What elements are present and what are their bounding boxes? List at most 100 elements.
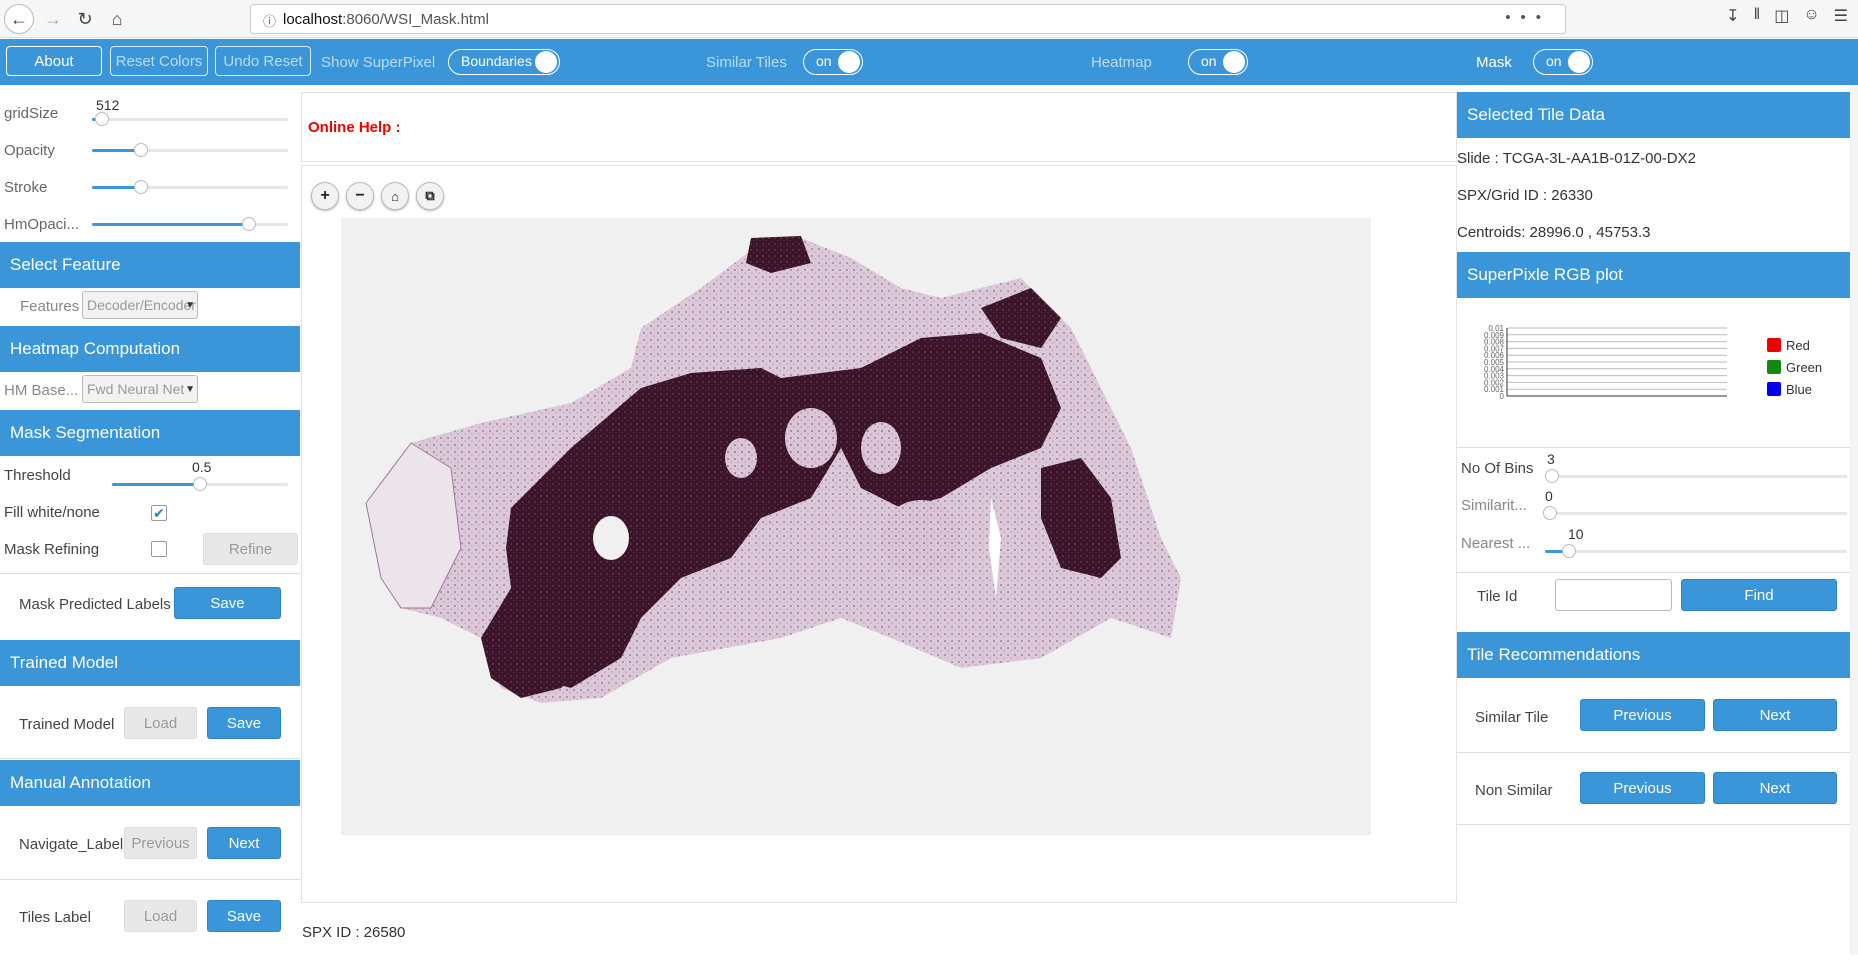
mask-toggle[interactable]: on [1533, 49, 1593, 75]
zoom-out-icon[interactable]: − [346, 182, 374, 210]
find-button[interactable]: Find [1681, 579, 1837, 611]
fill-white-checkbox[interactable]: ✔ [151, 505, 167, 521]
threshold-label: Threshold [4, 467, 71, 484]
similar-next-button[interactable]: Next [1713, 699, 1837, 731]
tiles-save-button[interactable]: Save [207, 900, 281, 932]
account-icon[interactable]: ☺ [1803, 6, 1819, 26]
slider-thumb[interactable] [1562, 544, 1577, 558]
hm-base-select-value: Fwd Neural Net [87, 381, 185, 397]
back-arrow-icon[interactable]: ← [4, 4, 34, 34]
reset-colors-button[interactable]: Reset Colors [110, 46, 208, 76]
whole-slide-image[interactable] [341, 218, 1371, 835]
hm-base-select[interactable]: Fwd Neural Net ▼ [82, 375, 198, 403]
nearest-slider[interactable] [1545, 544, 1847, 558]
slider-thumb[interactable] [241, 217, 256, 231]
about-button[interactable]: About [6, 46, 102, 76]
tile-recommendations-header: Tile Recommendations [1457, 632, 1858, 678]
similarity-slider[interactable] [1543, 506, 1847, 520]
tiles-load-button[interactable]: Load [124, 900, 197, 932]
similar-tiles-toggle[interactable]: on [803, 49, 863, 75]
page-actions-icon[interactable]: ••• [1505, 9, 1551, 26]
forward-arrow-icon[interactable]: → [38, 4, 68, 34]
heatmap-toggle[interactable]: on [1188, 49, 1248, 75]
threshold-slider[interactable] [112, 477, 288, 491]
mask-refining-checkbox[interactable] [151, 541, 167, 557]
trained-model-save-button[interactable]: Save [207, 707, 281, 739]
info-icon[interactable]: ⓘ [263, 11, 276, 30]
undo-reset-button[interactable]: Undo Reset [215, 46, 311, 76]
threshold-value: 0.5 [192, 459, 212, 475]
similar-previous-button[interactable]: Previous [1580, 699, 1705, 731]
slider-thumb[interactable] [193, 477, 207, 491]
tile-id-label: Tile Id [1477, 588, 1518, 605]
boundaries-toggle-label: Boundaries [461, 53, 532, 69]
navigate-next-button[interactable]: Next [207, 827, 281, 859]
menu-icon[interactable]: ☰ [1834, 6, 1848, 26]
divider [0, 573, 300, 574]
toggle-knob [1568, 51, 1590, 73]
browser-toolbar: ← → ↻ ⌂ ⓘ localhost:8060/WSI_Mask.html •… [0, 0, 1858, 38]
trained-model-header: Trained Model [0, 640, 300, 686]
non-similar-previous-button[interactable]: Previous [1580, 772, 1705, 804]
bins-slider[interactable] [1545, 469, 1847, 483]
slide-name: Slide : TCGA-3L-AA1B-01Z-00-DX2 [1457, 150, 1696, 167]
opacity-label: Opacity [4, 142, 55, 159]
mask-save-button[interactable]: Save [174, 587, 281, 619]
selected-tile-data-header: Selected Tile Data [1457, 92, 1858, 138]
non-similar-next-button[interactable]: Next [1713, 772, 1837, 804]
slider-thumb[interactable] [1545, 469, 1559, 483]
show-superpixel-label: Show SuperPixel [321, 54, 436, 71]
right-panel: Selected Tile Data Slide : TCGA-3L-AA1B-… [1457, 92, 1858, 825]
slider-thumb[interactable] [134, 180, 148, 194]
navigate-previous-button[interactable]: Previous [124, 827, 197, 859]
legend-green: Green [1767, 360, 1822, 375]
fullscreen-icon[interactable]: ⧉ [416, 182, 444, 210]
y-tick-label: 0 [1500, 392, 1505, 401]
zoom-in-icon[interactable]: + [311, 182, 339, 210]
boundaries-toggle[interactable]: Boundaries [448, 49, 560, 75]
hmopacity-slider-row: HmOpaci... [0, 206, 300, 242]
online-help-panel: Online Help : [301, 92, 1457, 162]
slider-thumb[interactable] [134, 143, 148, 157]
trained-model-load-button[interactable]: Load [124, 707, 197, 739]
toggle-knob [535, 51, 557, 73]
legend-blue-label: Blue [1786, 382, 1813, 397]
stroke-slider-row: Stroke [0, 169, 300, 205]
app-toolbar: About Reset Colors Undo Reset Show Super… [0, 39, 1858, 85]
caret-down-icon: ▼ [185, 300, 195, 311]
download-icon[interactable]: ↧ [1726, 6, 1739, 26]
similar-tile-label: Similar Tile [1475, 709, 1549, 726]
mask-state: on [1546, 53, 1562, 69]
refine-button[interactable]: Refine [203, 533, 298, 565]
features-select[interactable]: Decoder/Encoder ▼ [82, 291, 198, 319]
tile-id-input[interactable] [1555, 579, 1672, 611]
stroke-label: Stroke [4, 179, 48, 196]
bins-label: No Of Bins [1461, 460, 1534, 477]
address-bar[interactable]: ⓘ localhost:8060/WSI_Mask.html ••• [250, 4, 1566, 34]
reload-icon[interactable]: ↻ [70, 4, 100, 34]
mask-refining-label: Mask Refining [4, 541, 100, 558]
hmopacity-label: HmOpaci... [4, 216, 80, 233]
scrollbar[interactable] [1850, 85, 1858, 955]
heatmap-computation-header: Heatmap Computation [0, 326, 300, 372]
home-icon[interactable]: ⌂ [102, 4, 132, 34]
opacity-slider[interactable] [92, 143, 288, 157]
sidebar-icon[interactable]: ◫ [1774, 6, 1789, 26]
features-select-value: Decoder/Encoder [87, 297, 196, 313]
centroids: Centroids: 28996.0 , 45753.3 [1457, 224, 1651, 241]
gridsize-slider-row: gridSize 512 [0, 95, 300, 131]
divider [1457, 447, 1858, 448]
divider [0, 879, 300, 880]
gridsize-slider[interactable] [92, 112, 288, 126]
tiles-label-label: Tiles Label [19, 909, 91, 926]
slider-thumb[interactable] [94, 112, 109, 126]
hmopacity-slider[interactable] [92, 217, 288, 231]
slide-viewer[interactable]: + − ⌂ ⧉ [301, 165, 1457, 903]
stroke-slider[interactable] [92, 180, 288, 194]
slider-thumb[interactable] [1543, 506, 1557, 520]
select-feature-header: Select Feature [0, 242, 300, 288]
library-icon[interactable]: ‖ [1754, 6, 1761, 26]
mask-predicted-labels-label: Mask Predicted Labels [19, 596, 171, 613]
trained-model-label: Trained Model [19, 716, 115, 733]
home-view-icon[interactable]: ⌂ [381, 182, 409, 210]
